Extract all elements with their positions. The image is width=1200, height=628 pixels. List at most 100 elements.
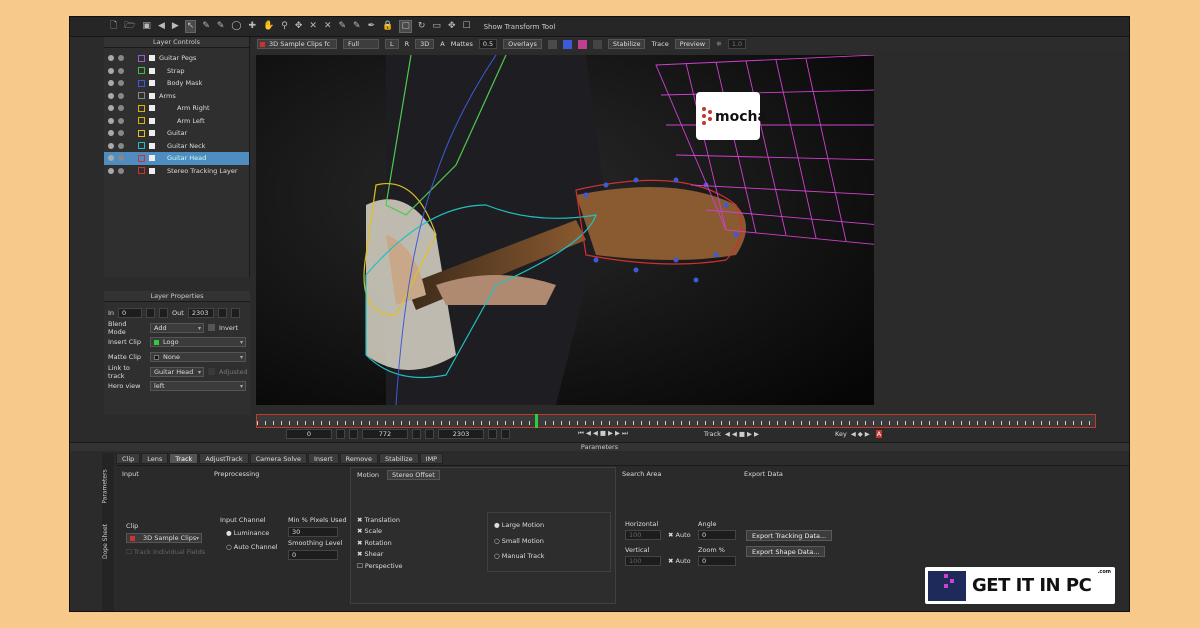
manual-track-radio[interactable]: ○ Manual Track	[494, 552, 544, 560]
track-gear-icon[interactable]	[118, 80, 124, 87]
timeline-start-field[interactable]: 0	[286, 428, 332, 439]
side-tab-parameters[interactable]: Parameters	[102, 469, 109, 503]
smoothing-level-field[interactable]: 0	[288, 550, 338, 560]
visibility-eye-icon[interactable]	[108, 167, 114, 174]
open-folder-icon[interactable]: 🗁	[124, 22, 135, 31]
luminance-radio[interactable]: ● Luminance	[226, 529, 269, 537]
layer-color-swatch[interactable]	[138, 67, 145, 75]
timeline-current-field[interactable]: 772	[362, 428, 408, 439]
visibility-eye-icon[interactable]	[108, 67, 114, 74]
timeline-bar[interactable]	[256, 414, 1096, 428]
pen-icon[interactable]: ✒	[368, 22, 376, 31]
preview-button[interactable]: Preview	[674, 39, 711, 49]
visibility-eye-icon[interactable]	[108, 130, 114, 137]
out-field[interactable]: 2303	[187, 308, 214, 319]
goto-out-button[interactable]	[230, 308, 240, 319]
brightness-icon[interactable]: ☼	[716, 40, 722, 48]
hero-view-select[interactable]: left	[150, 381, 246, 392]
bezier-tool-icon[interactable]: ✎	[202, 22, 210, 31]
layer-row[interactable]: Guitar Pegs	[104, 52, 249, 65]
goto-in-button[interactable]	[159, 308, 169, 319]
large-motion-radio[interactable]: ● Large Motion	[494, 521, 544, 529]
layer-matte-checkbox[interactable]	[149, 67, 155, 74]
overlays-button[interactable]: Overlays	[503, 39, 542, 49]
layer-color-swatch[interactable]	[138, 104, 145, 112]
tab-imp[interactable]: IMP	[419, 453, 444, 464]
tab-adjusttrack[interactable]: AdjustTrack	[199, 453, 249, 464]
perspective-checkbox[interactable]: ☐ Perspective	[357, 562, 403, 570]
layer-matte-checkbox[interactable]	[149, 117, 155, 124]
set-out-button[interactable]	[217, 308, 227, 319]
horizontal-auto-checkbox[interactable]: ✖ Auto	[668, 531, 691, 539]
b-spline-icon[interactable]: ✎	[339, 22, 347, 31]
track-controls[interactable]: ◀◀■▶▶	[725, 430, 761, 438]
stabilize-button[interactable]: Stabilize	[607, 39, 646, 49]
layer-matte-checkbox[interactable]	[149, 155, 155, 162]
xspline-tool-icon[interactable]: ✎	[217, 22, 225, 31]
layer-color-swatch[interactable]	[138, 142, 145, 150]
select-tool-icon[interactable]: ↖	[184, 20, 197, 33]
track-gear-icon[interactable]	[118, 92, 124, 99]
tab-insert[interactable]: Insert	[307, 453, 339, 464]
tab-lens[interactable]: Lens	[141, 453, 169, 464]
tab-camera-solve[interactable]: Camera Solve	[249, 453, 307, 464]
x-spline-icon[interactable]: ✕	[309, 22, 317, 31]
save-icon[interactable]: ▣	[142, 22, 151, 31]
track-clip-select[interactable]: 3D Sample Clips	[126, 533, 202, 543]
goto-in-point-button[interactable]	[349, 428, 358, 439]
vertical-auto-checkbox[interactable]: ✖ Auto	[668, 557, 691, 565]
visibility-eye-icon[interactable]	[108, 105, 114, 112]
set-out-point-button[interactable]	[488, 428, 497, 439]
new-file-icon[interactable]: 🗋	[110, 22, 117, 31]
track-gear-icon[interactable]	[118, 155, 124, 162]
visibility-eye-icon[interactable]	[108, 117, 114, 124]
scale-box-icon[interactable]: ▭	[432, 22, 441, 31]
track-gear-icon[interactable]	[118, 142, 124, 149]
layer-matte-checkbox[interactable]	[149, 130, 155, 137]
goto-out-point-button[interactable]	[501, 428, 510, 439]
layer-matte-checkbox[interactable]	[149, 105, 155, 112]
insert-clip-select[interactable]: Logo	[150, 337, 246, 348]
xplus-icon[interactable]: ✕	[324, 22, 332, 31]
resolution-select[interactable]: Full	[343, 39, 379, 49]
set-in-button[interactable]	[146, 308, 156, 319]
track-gear-icon[interactable]	[118, 55, 124, 62]
layer-color-swatch[interactable]	[138, 117, 145, 125]
scale-checkbox[interactable]: ✖ Scale	[357, 527, 382, 535]
track-gear-icon[interactable]	[118, 117, 124, 124]
grid-toggle-icon[interactable]	[577, 39, 587, 49]
shear-checkbox[interactable]: ✖ Shear	[357, 550, 383, 558]
visibility-eye-icon[interactable]	[108, 142, 114, 149]
layer-matte-checkbox[interactable]	[149, 92, 155, 99]
track-individual-fields-checkbox[interactable]: ☐ Track Individual Fields	[126, 548, 205, 556]
small-motion-radio[interactable]: ○ Small Motion	[494, 537, 544, 545]
timeline-end-field[interactable]: 2303	[438, 428, 484, 439]
add-point-icon[interactable]: ✚	[249, 22, 257, 31]
mattes-label[interactable]: Mattes	[451, 40, 473, 48]
tab-track[interactable]: Track	[169, 453, 199, 464]
tab-remove[interactable]: Remove	[339, 453, 379, 464]
auto-channel-radio[interactable]: ○ Auto Channel	[226, 543, 278, 551]
invert-checkbox[interactable]	[208, 324, 215, 332]
layer-row[interactable]: Body Mask	[104, 77, 249, 90]
layer-color-swatch[interactable]	[138, 79, 145, 87]
layer-matte-checkbox[interactable]	[149, 142, 155, 149]
layer-color-swatch[interactable]	[138, 129, 145, 137]
set-current-button[interactable]	[412, 428, 421, 439]
redo-icon[interactable]: ▶	[172, 22, 179, 31]
transform-checkbox-icon[interactable]: ☐	[462, 22, 470, 31]
angle-field[interactable]: 0	[698, 530, 736, 540]
visibility-eye-icon[interactable]	[108, 55, 114, 62]
transform-icon[interactable]: ✥	[295, 22, 303, 31]
key-controls[interactable]: ◀◆▶	[851, 430, 872, 438]
layer-row[interactable]: Guitar Head	[104, 152, 249, 165]
layer-row[interactable]: Arm Left	[104, 115, 249, 128]
move-icon[interactable]: ✥	[448, 22, 456, 31]
tab-clip[interactable]: Clip	[116, 453, 141, 464]
anaglyph-button[interactable]: A	[440, 40, 444, 48]
track-gear-icon[interactable]	[118, 167, 124, 174]
layer-matte-checkbox[interactable]	[149, 167, 155, 174]
3d-view-button[interactable]: 3D	[415, 39, 435, 49]
zoom-icon[interactable]: ⚲	[281, 22, 288, 31]
blend-mode-select[interactable]: Add	[150, 322, 204, 333]
